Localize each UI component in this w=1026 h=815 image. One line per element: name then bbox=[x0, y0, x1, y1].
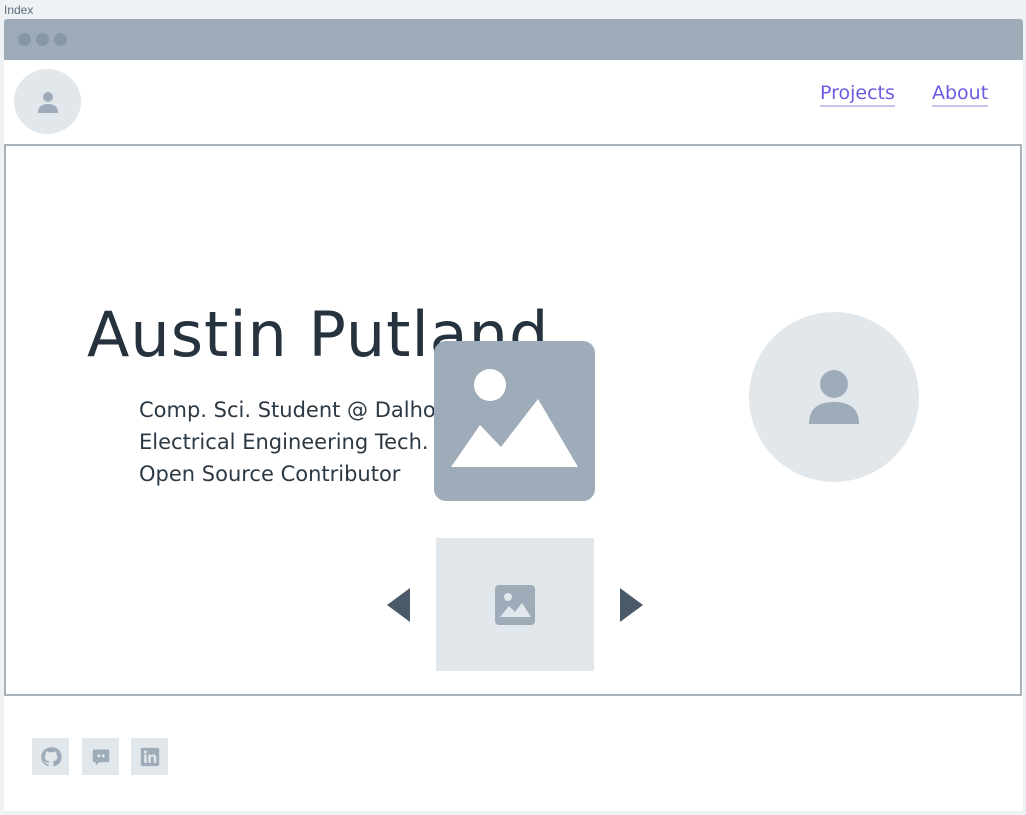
hero-avatar bbox=[749, 312, 919, 482]
user-icon bbox=[37, 91, 58, 113]
nav-link-projects[interactable]: Projects bbox=[820, 82, 895, 107]
hero-section: Austin Putland Comp. Sci. Student @ Dalh… bbox=[4, 144, 1022, 696]
site-footer bbox=[4, 696, 1023, 811]
page-label: Index bbox=[4, 3, 34, 17]
image-placeholder-icon bbox=[451, 369, 578, 467]
carousel-slide[interactable] bbox=[436, 538, 594, 671]
github-icon bbox=[40, 746, 62, 766]
carousel-next-button[interactable] bbox=[618, 587, 644, 623]
hero-tagline-line: Electrical Engineering Tech. bbox=[139, 430, 429, 454]
site-header: Projects About bbox=[4, 60, 1023, 145]
browser-window: Projects About Austin Putland Comp. Sci.… bbox=[4, 19, 1023, 811]
nav-link-about[interactable]: About bbox=[932, 82, 989, 107]
discord-icon bbox=[92, 749, 109, 765]
image-icon bbox=[495, 584, 535, 625]
user-icon bbox=[809, 370, 859, 424]
hero-tagline-line: Comp. Sci. Student @ Dalhousie bbox=[139, 398, 479, 422]
window-control-close[interactable] bbox=[18, 33, 31, 46]
discord-link[interactable] bbox=[82, 738, 119, 775]
hero-image-placeholder bbox=[434, 341, 595, 501]
hero-tagline-line: Open Source Contributor bbox=[139, 462, 401, 486]
window-control-minimize[interactable] bbox=[36, 33, 49, 46]
triangle-left-icon bbox=[387, 588, 410, 622]
linkedin-link[interactable] bbox=[131, 738, 168, 775]
linkedin-icon bbox=[140, 747, 159, 766]
logo-avatar[interactable] bbox=[14, 69, 81, 134]
triangle-right-icon bbox=[620, 588, 643, 622]
github-link[interactable] bbox=[32, 738, 69, 775]
window-control-maximize[interactable] bbox=[54, 33, 67, 46]
carousel-prev-button[interactable] bbox=[386, 587, 412, 623]
window-titlebar bbox=[4, 19, 1023, 60]
hero-tagline: Comp. Sci. Student @ Dalhousie Electrica… bbox=[139, 394, 479, 490]
